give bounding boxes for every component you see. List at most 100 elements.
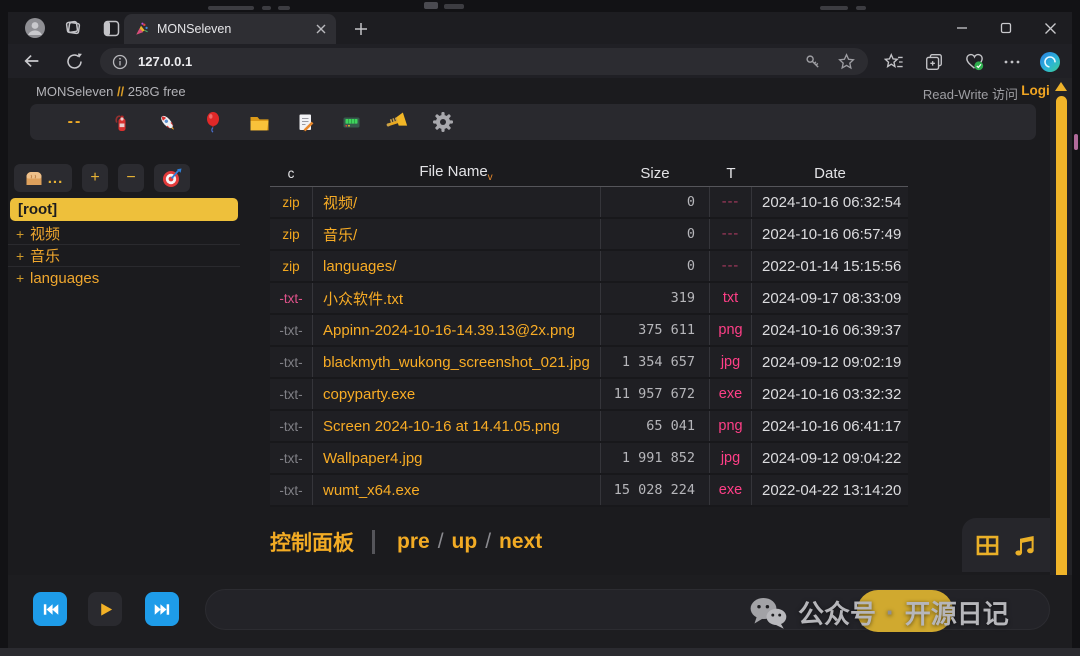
server-title[interactable]: MONSeleven: [36, 84, 113, 99]
file-type-badge: png: [710, 315, 752, 345]
column-header-size[interactable]: Size: [600, 165, 710, 182]
browser-tab[interactable]: MONSeleven: [124, 14, 336, 44]
background-window-fragment: [424, 2, 438, 9]
url-text[interactable]: 127.0.0.1: [138, 54, 788, 69]
column-header-date[interactable]: Date: [752, 165, 908, 182]
file-row-action-link[interactable]: -txt-: [270, 387, 312, 402]
site-info-icon[interactable]: [112, 54, 128, 70]
favorites-list-icon[interactable]: [880, 48, 908, 75]
file-row-action-link[interactable]: zip: [270, 195, 312, 210]
browser-titlebar: MONSeleven: [8, 12, 1072, 44]
tree-expand-button[interactable]: +: [82, 164, 108, 192]
file-name-link[interactable]: Screen 2024-10-16 at 14.41.05.png: [312, 411, 600, 441]
file-size: 0: [600, 219, 710, 249]
tree-expand-toggle[interactable]: +: [16, 248, 30, 264]
next-link[interactable]: next: [499, 530, 542, 554]
folder-icon[interactable]: [236, 107, 282, 137]
fire-extinguisher-icon[interactable]: [98, 107, 144, 137]
breadcrumb-toggle-button[interactable]: ...: [14, 164, 72, 192]
file-row-action-link[interactable]: -txt-: [270, 419, 312, 434]
file-name-link[interactable]: 小众软件.txt: [312, 283, 600, 313]
file-row[interactable]: zip languages/ 0 --- 2022-01-14 15:15:56: [270, 251, 908, 283]
file-row-action-link[interactable]: -txt-: [270, 323, 312, 338]
file-row[interactable]: zip 视频/ 0 --- 2024-10-16 06:32:54: [270, 187, 908, 219]
grid-view-icon[interactable]: [974, 532, 1001, 559]
file-name-link[interactable]: blackmyth_wukong_screenshot_021.jpg: [312, 347, 600, 377]
tree-expand-toggle[interactable]: +: [16, 270, 30, 286]
window-minimize-button[interactable]: [944, 14, 980, 42]
file-row[interactable]: -txt- Screen 2024-10-16 at 14.41.05.png …: [270, 411, 908, 443]
toggle-columns-button[interactable]: --: [52, 107, 98, 137]
file-row-action-link[interactable]: -txt-: [270, 355, 312, 370]
password-key-icon[interactable]: [802, 52, 822, 72]
file-row[interactable]: -txt- wumt_x64.exe 15 028 224 exe 2022-0…: [270, 475, 908, 507]
file-name-link[interactable]: wumt_x64.exe: [312, 475, 600, 505]
tree-item[interactable]: + 视频: [8, 223, 240, 245]
file-row-action-link[interactable]: zip: [270, 227, 312, 242]
file-name-link[interactable]: Appinn-2024-10-16-14.39.13@2x.png: [312, 315, 600, 345]
column-header-type[interactable]: T: [710, 165, 752, 182]
tree-collapse-button[interactable]: −: [118, 164, 144, 192]
page-scrollbar[interactable]: [1050, 78, 1072, 648]
slash-separator: /: [485, 530, 491, 554]
up-link[interactable]: up: [452, 530, 478, 554]
file-row[interactable]: -txt- Wallpaper4.jpg 1 991 852 jpg 2024-…: [270, 443, 908, 475]
tab-close-icon[interactable]: [316, 24, 326, 34]
file-row-action-link[interactable]: -txt-: [270, 291, 312, 306]
browser-essentials-icon[interactable]: [960, 48, 988, 75]
play-button[interactable]: [88, 592, 122, 626]
skip-back-button[interactable]: [33, 592, 67, 626]
file-row-action-link[interactable]: zip: [270, 259, 312, 274]
window-maximize-button[interactable]: [988, 14, 1024, 42]
trumpet-icon[interactable]: [374, 107, 420, 137]
file-row[interactable]: zip 音乐/ 0 --- 2024-10-16 06:57:49: [270, 219, 908, 251]
file-row-action-link[interactable]: -txt-: [270, 483, 312, 498]
file-name-link[interactable]: languages/: [312, 251, 600, 281]
refresh-icon[interactable]: [62, 49, 86, 73]
scrollbar-thumb[interactable]: [1056, 96, 1067, 606]
sidebar-item-root[interactable]: [root]: [10, 198, 238, 221]
profile-avatar[interactable]: [24, 17, 46, 39]
file-row-action-link[interactable]: -txt-: [270, 451, 312, 466]
file-date: 2024-10-16 06:32:54: [752, 194, 908, 211]
scroll-to-folder-button[interactable]: [154, 164, 190, 192]
tab-title: MONSeleven: [157, 22, 316, 36]
file-name-link[interactable]: 音乐/: [312, 219, 600, 249]
file-row[interactable]: -txt- copyparty.exe 11 957 672 exe 2024-…: [270, 379, 908, 411]
skip-forward-button[interactable]: [145, 592, 179, 626]
rocket-icon[interactable]: [144, 107, 190, 137]
tree-item[interactable]: + languages: [8, 267, 240, 289]
column-header-checkbox[interactable]: c: [270, 166, 312, 181]
collections-icon[interactable]: [920, 48, 948, 75]
gear-icon[interactable]: [420, 107, 466, 137]
pager-icon[interactable]: [328, 107, 374, 137]
copilot-icon[interactable]: [1036, 48, 1064, 75]
file-table: c File Namev Size T Date zip 视频/ 0 --- 2…: [270, 160, 908, 507]
music-note-icon[interactable]: [1011, 532, 1038, 559]
background-window-fragment: [208, 6, 254, 10]
address-bar[interactable]: 127.0.0.1: [100, 48, 868, 75]
file-row[interactable]: -txt- Appinn-2024-10-16-14.39.13@2x.png …: [270, 315, 908, 347]
browser-navbar: 127.0.0.1: [8, 44, 1072, 78]
more-menu-icon[interactable]: [998, 48, 1026, 75]
scrollbar-up-arrow-icon[interactable]: [1055, 82, 1067, 91]
back-icon[interactable]: [20, 49, 44, 73]
file-name-link[interactable]: copyparty.exe: [312, 379, 600, 409]
control-panel-link[interactable]: 控制面板: [270, 527, 354, 557]
favorite-star-icon[interactable]: [836, 52, 856, 72]
pre-link[interactable]: pre: [397, 530, 430, 554]
window-bottom-edge: [0, 648, 1080, 656]
tree-expand-toggle[interactable]: +: [16, 226, 30, 242]
tab-actions-icon[interactable]: [100, 17, 122, 39]
new-tab-button[interactable]: [348, 16, 374, 42]
file-row[interactable]: -txt- 小众软件.txt 319 txt 2024-09-17 08:33:…: [270, 283, 908, 315]
column-header-filename[interactable]: File Namev: [312, 163, 600, 183]
window-close-button[interactable]: [1032, 14, 1068, 42]
file-name-link[interactable]: 视频/: [312, 187, 600, 217]
balloon-icon[interactable]: [190, 107, 236, 137]
file-row[interactable]: -txt- blackmyth_wukong_screenshot_021.jp…: [270, 347, 908, 379]
tree-item[interactable]: + 音乐: [8, 245, 240, 267]
file-name-link[interactable]: Wallpaper4.jpg: [312, 443, 600, 473]
memo-icon[interactable]: [282, 107, 328, 137]
workspaces-icon[interactable]: [62, 17, 84, 39]
